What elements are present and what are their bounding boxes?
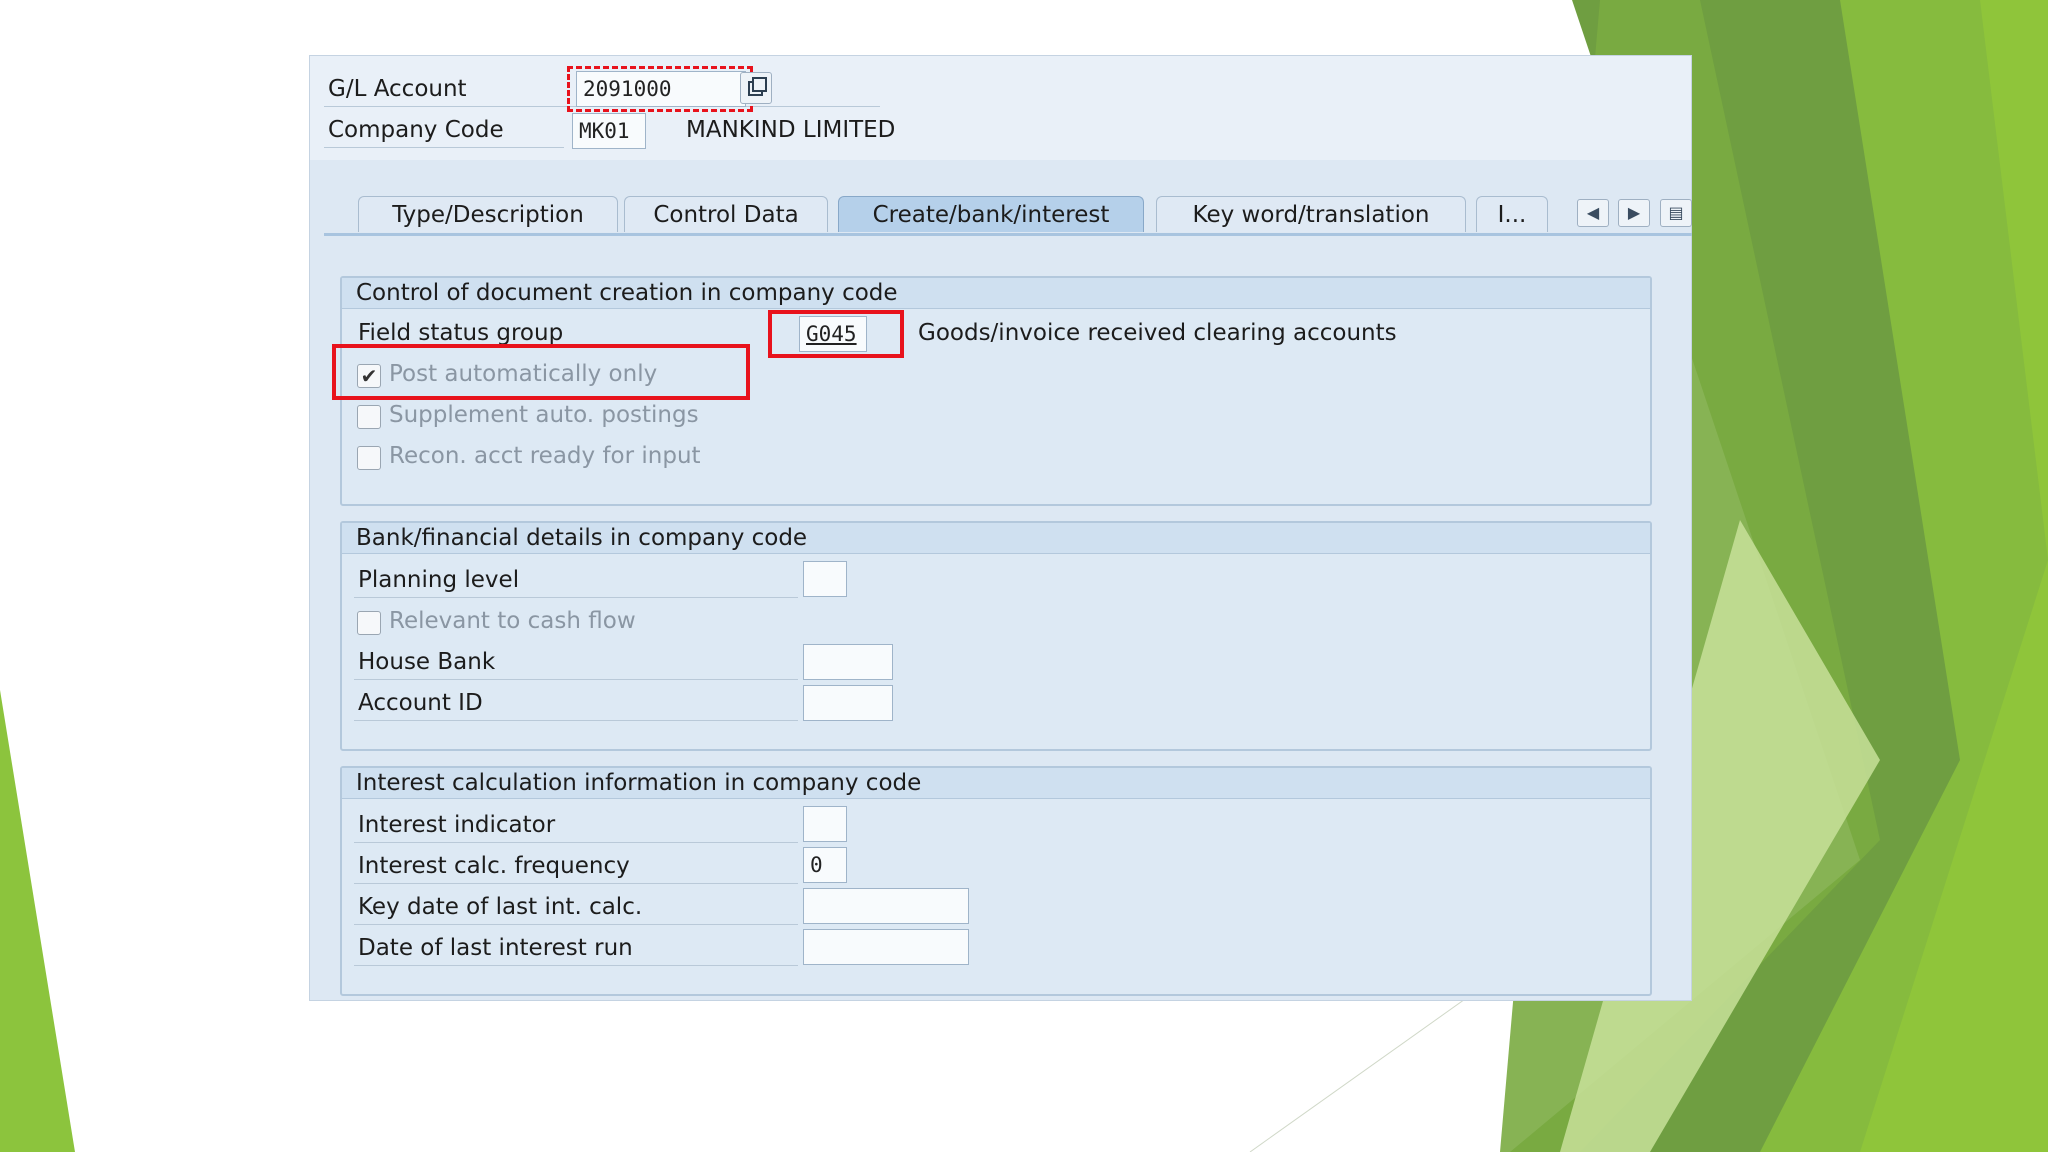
interest-frequency-underline: [354, 883, 798, 884]
recon-acct-label: Recon. acct ready for input: [389, 443, 701, 469]
supplement-auto-label: Supplement auto. postings: [389, 402, 699, 428]
planning-level-underline: [354, 597, 798, 598]
field-status-group-description: Goods/invoice received clearing accounts: [918, 320, 1397, 346]
group-interest-calculation: Interest calculation information in comp…: [340, 766, 1652, 996]
tab-strip: Type/Description Control Data Create/ban…: [324, 196, 1692, 234]
company-name: MANKIND LIMITED: [686, 117, 896, 143]
group-title: Interest calculation information in comp…: [342, 768, 1650, 799]
tab-type-description[interactable]: Type/Description: [358, 196, 618, 232]
tab-key-word-translation[interactable]: Key word/translation: [1156, 196, 1466, 232]
left-green-shape: [0, 690, 75, 1152]
arrow-right-icon[interactable]: ▶: [1618, 199, 1650, 227]
company-code-label: Company Code: [328, 117, 504, 143]
recon-acct-checkbox[interactable]: [357, 446, 381, 470]
house-bank-underline: [354, 679, 798, 680]
account-id-input[interactable]: [803, 685, 893, 721]
key-date-underline: [354, 924, 798, 925]
copy-icon[interactable]: [740, 72, 772, 104]
interest-indicator-label: Interest indicator: [358, 812, 556, 838]
key-date-input[interactable]: [803, 888, 969, 924]
house-bank-input[interactable]: [803, 644, 893, 680]
last-run-input[interactable]: [803, 929, 969, 965]
tab-control-data[interactable]: Control Data: [624, 196, 828, 232]
planning-level-input[interactable]: [803, 561, 847, 597]
arrow-left-icon[interactable]: ◀: [1577, 199, 1609, 227]
last-run-underline: [354, 965, 798, 966]
post-auto-only-highlight: [332, 344, 750, 400]
tab-create-bank-interest[interactable]: Create/bank/interest: [838, 196, 1144, 232]
cash-flow-checkbox[interactable]: [357, 611, 381, 635]
house-bank-label: House Bank: [358, 649, 496, 675]
key-date-label: Key date of last int. calc.: [358, 894, 643, 920]
group-title: Bank/financial details in company code: [342, 523, 1650, 554]
interest-frequency-input[interactable]: 0: [803, 847, 847, 883]
account-id-label: Account ID: [358, 690, 483, 716]
gl-account-focus-highlight: [567, 66, 753, 112]
last-run-label: Date of last interest run: [358, 935, 633, 961]
cash-flow-label: Relevant to cash flow: [389, 608, 636, 634]
tab-list-icon[interactable]: ▤: [1660, 199, 1692, 227]
company-code-input[interactable]: MK01: [572, 113, 646, 149]
header-area: [310, 56, 1691, 160]
interest-indicator-underline: [354, 842, 798, 843]
group-bank-financial: Bank/financial details in company code: [340, 521, 1652, 751]
tab-baseline: [324, 233, 1692, 236]
gl-account-label: G/L Account: [328, 76, 467, 102]
group-title: Control of document creation in company …: [342, 278, 1650, 309]
sap-gl-account-window: G/L Account 2091000 Company Code MK01 MA…: [309, 55, 1692, 1001]
interest-indicator-input[interactable]: [803, 806, 847, 842]
account-id-underline: [354, 720, 798, 721]
company-code-underline: [324, 147, 564, 148]
field-status-highlight: [768, 310, 904, 358]
supplement-auto-checkbox[interactable]: [357, 405, 381, 429]
field-status-group-label: Field status group: [358, 320, 564, 346]
interest-frequency-label: Interest calc. frequency: [358, 853, 630, 879]
tab-more[interactable]: I...: [1476, 196, 1548, 232]
planning-level-label: Planning level: [358, 567, 520, 593]
